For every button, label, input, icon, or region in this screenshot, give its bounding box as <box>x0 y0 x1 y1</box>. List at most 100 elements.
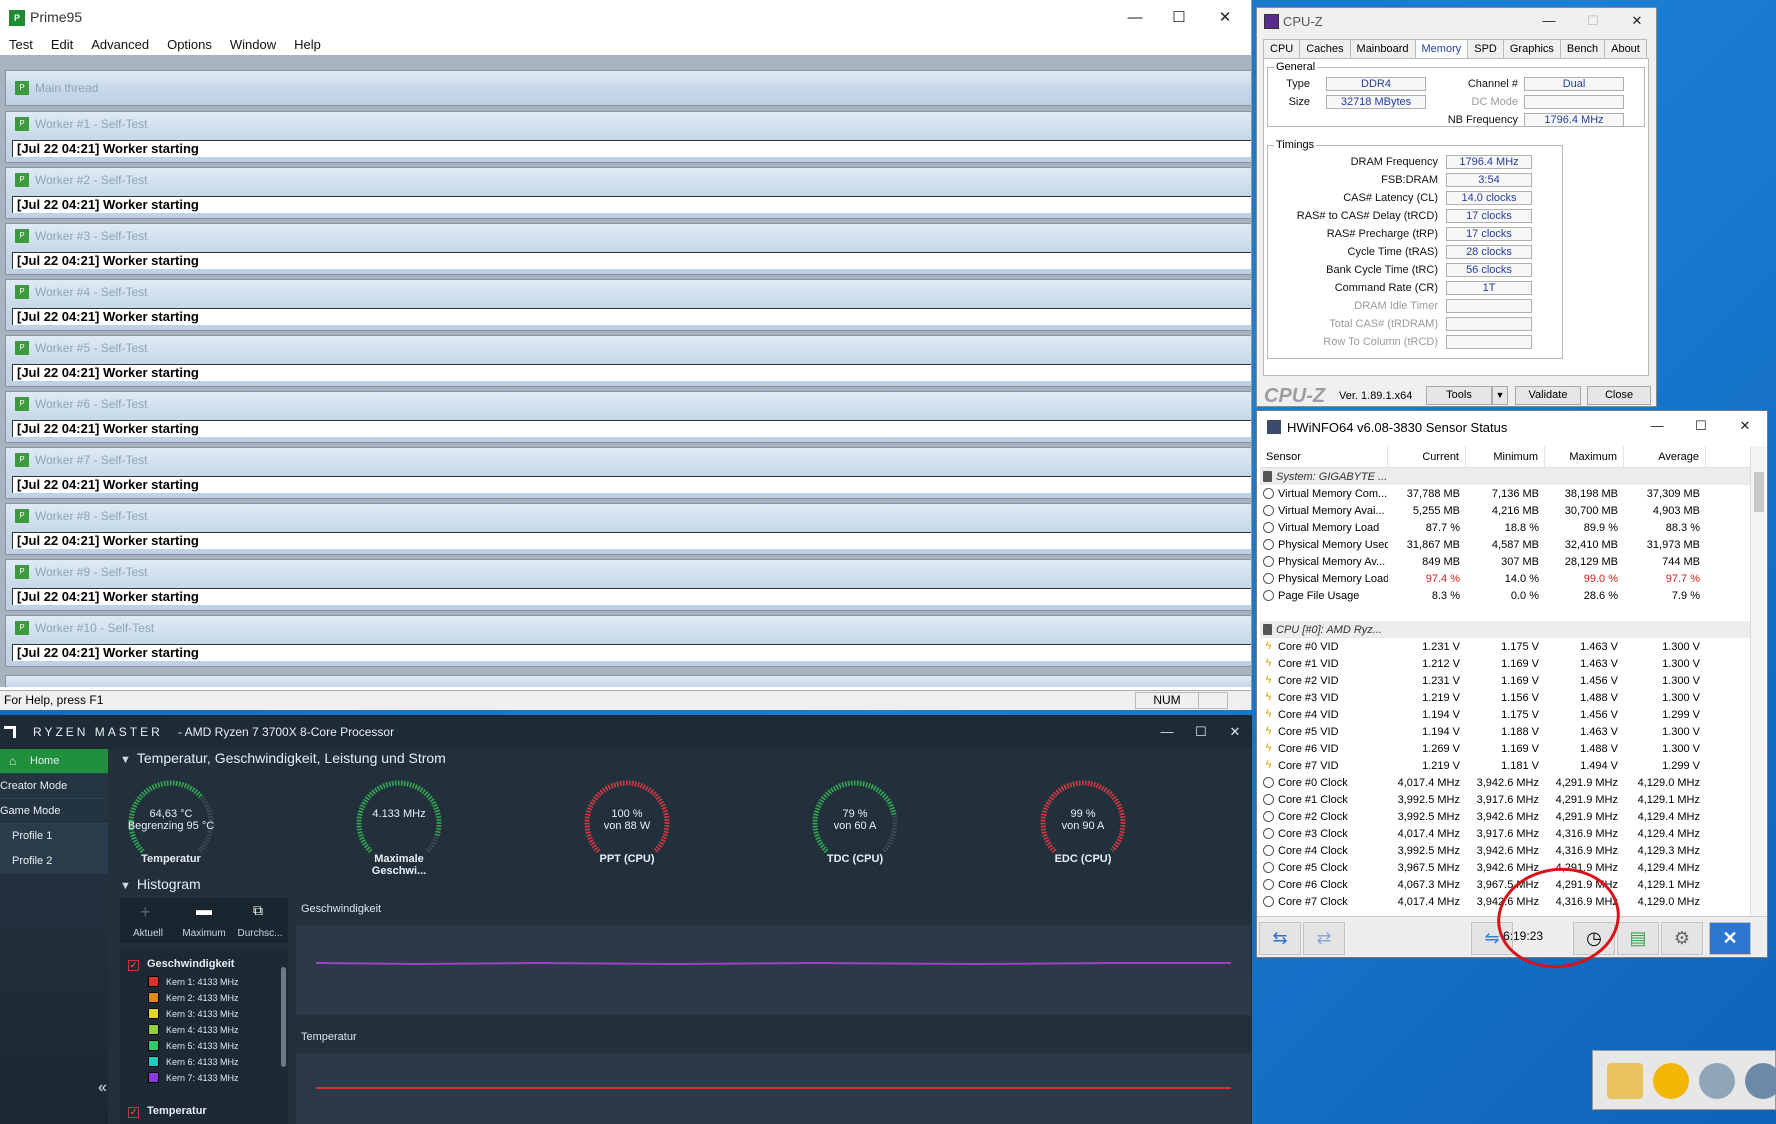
maximize-icon[interactable]: ☐ <box>1679 411 1723 441</box>
nav-collapse-icon[interactable]: ⇄ <box>1303 922 1345 955</box>
legend-color-checkbox[interactable] <box>148 992 159 1003</box>
scrollbar-thumb[interactable] <box>1754 472 1764 512</box>
report-icon[interactable]: ▤ <box>1617 922 1659 955</box>
worker-window[interactable]: P Worker #6 - Self-Test [Jul 22 04:21] Wor… <box>5 391 1251 443</box>
menu-test[interactable]: Test <box>0 36 42 56</box>
globe-tray-icon[interactable] <box>1745 1063 1776 1099</box>
worker-window[interactable]: P Worker #3 - Self-Test [Jul 22 04:21] Wor… <box>5 223 1251 275</box>
legend-item[interactable]: Kern 7: 4133 MHz <box>148 1072 239 1083</box>
sidebar-item-game-mode[interactable]: Game Mode <box>0 799 108 824</box>
wifi-tray-icon[interactable] <box>1653 1063 1689 1099</box>
menu-window[interactable]: Window <box>221 36 285 56</box>
worker-window[interactable]: P Worker #1 - Self-Test [Jul 22 04:21] Wor… <box>5 111 1251 163</box>
minimize-icon[interactable]: — <box>1527 8 1571 33</box>
nav-left-right-icon[interactable]: ⇆ <box>1259 922 1301 955</box>
legend-item[interactable]: Kern 2: 4133 MHz <box>148 992 239 1003</box>
minimize-icon[interactable]: — <box>1635 411 1679 441</box>
tab-aktuell[interactable]: + Aktuell <box>120 898 176 943</box>
maximize-icon[interactable]: ☐ <box>1184 715 1218 749</box>
close-icon[interactable]: ✕ <box>1723 411 1767 441</box>
sensor-row[interactable]: Core #3 Clock 4,017.4 MHz 3,917.6 MHz 4,316… <box>1260 825 1760 842</box>
column-sensor[interactable]: Sensor <box>1260 446 1388 467</box>
worker-window[interactable]: P Worker #4 - Self-Test [Jul 22 04:21] Wor… <box>5 279 1251 331</box>
legend-color-checkbox[interactable] <box>148 976 159 987</box>
worker-window[interactable]: P Worker #2 - Self-Test [Jul 22 04:21] Wor… <box>5 167 1251 219</box>
close-button[interactable]: Close <box>1587 386 1651 405</box>
sensor-row[interactable]: ϟ Core #5 VID 1.194 V 1.188 V 1.463 V 1.300 V <box>1260 723 1760 740</box>
legend-color-checkbox[interactable] <box>148 1056 159 1067</box>
tab-durchschnitt[interactable]: ⧉ Durchsc... <box>232 898 288 943</box>
collapse-sidebar-icon[interactable]: « <box>98 1079 107 1097</box>
sidebar-item-creator-mode[interactable]: Creator Mode <box>0 774 108 799</box>
legend-color-checkbox[interactable] <box>148 1040 159 1051</box>
folder-tray-icon[interactable] <box>1607 1063 1643 1099</box>
tools-dropdown-icon[interactable]: ▼ <box>1492 386 1508 405</box>
sensor-row[interactable]: Page File Usage 8.3 % 0.0 % 28.6 % 7.9 % <box>1260 587 1760 604</box>
close-icon[interactable]: ✕ <box>1201 0 1249 36</box>
legend-scrollbar[interactable] <box>281 967 286 1067</box>
sensor-group-row[interactable]: System: GIGABYTE ... <box>1260 468 1760 485</box>
tab-graphics[interactable]: Graphics <box>1502 39 1561 58</box>
tab-mainboard[interactable]: Mainboard <box>1349 39 1416 58</box>
close-icon[interactable]: ✕ <box>1218 715 1252 749</box>
menu-advanced[interactable]: Advanced <box>82 36 158 56</box>
validate-button[interactable]: Validate <box>1515 386 1581 405</box>
worker-window[interactable]: P Worker #7 - Self-Test [Jul 22 04:21] Wor… <box>5 447 1251 499</box>
legend-item[interactable]: Kern 6: 4133 MHz <box>148 1056 239 1067</box>
column-maximum[interactable]: Maximum <box>1545 446 1624 467</box>
legend-item[interactable]: Kern 1: 4133 MHz <box>148 976 239 987</box>
sensor-row[interactable]: ϟ Core #3 VID 1.219 V 1.156 V 1.488 V 1.300 V <box>1260 689 1760 706</box>
sidebar-item-profile-2[interactable]: Profile 2 <box>0 849 108 874</box>
worker-window[interactable]: P Worker #9 - Self-Test [Jul 22 04:21] Wor… <box>5 559 1251 611</box>
sensor-row[interactable]: Core #5 Clock 3,967.5 MHz 3,942.6 MHz 4,291… <box>1260 859 1760 876</box>
sensor-row[interactable]: Core #0 Clock 4,017.4 MHz 3,942.6 MHz 4,291… <box>1260 774 1760 791</box>
tab-memory[interactable]: Memory <box>1414 39 1469 58</box>
spacer-row[interactable] <box>1260 604 1760 621</box>
minimize-icon[interactable]: — <box>1150 715 1184 749</box>
legend-item[interactable]: Kern 5: 4133 MHz <box>148 1040 239 1051</box>
sensor-row[interactable]: Physical Memory Load 97.4 % 14.0 % 99.0 % 97… <box>1260 570 1760 587</box>
close-icon[interactable]: ✕ <box>1709 922 1751 955</box>
sidebar-item-home[interactable]: ⌂ Home <box>0 749 108 774</box>
sensor-row[interactable]: ϟ Core #0 VID 1.231 V 1.175 V 1.463 V 1.300 V <box>1260 638 1760 655</box>
ryzen-titlebar[interactable]: RYZEN MASTER - AMD Ryzen 7 3700X 8-Core … <box>0 715 1252 749</box>
tab-maximum[interactable]: ▬ Maximum <box>176 898 232 943</box>
legend-group-temperature[interactable]: ✓ Temperatur <box>128 1105 207 1118</box>
sensor-row[interactable]: Core #2 Clock 3,992.5 MHz 3,942.6 MHz 4,291… <box>1260 808 1760 825</box>
menu-options[interactable]: Options <box>158 36 221 56</box>
sensor-row[interactable]: Virtual Memory Load 87.7 % 18.8 % 89.9 % 88.… <box>1260 519 1760 536</box>
vertical-scrollbar[interactable] <box>1750 446 1766 916</box>
sensor-row[interactable]: ϟ Core #1 VID 1.212 V 1.169 V 1.463 V 1.300 V <box>1260 655 1760 672</box>
sensor-row[interactable]: Virtual Memory Com... 37,788 MB 7,136 MB 38… <box>1260 485 1760 502</box>
minimize-icon[interactable]: — <box>1113 0 1157 36</box>
prime95-titlebar[interactable]: P Prime95 <box>0 0 1251 36</box>
sensor-row[interactable]: Core #4 Clock 3,992.5 MHz 3,942.6 MHz 4,316… <box>1260 842 1760 859</box>
sensor-row[interactable]: ϟ Core #6 VID 1.269 V 1.169 V 1.488 V 1.300 V <box>1260 740 1760 757</box>
network-tray-icon[interactable] <box>1699 1063 1735 1099</box>
settings-gear-icon[interactable]: ⚙ <box>1661 922 1703 955</box>
legend-color-checkbox[interactable] <box>148 1024 159 1035</box>
column-average[interactable]: Average <box>1624 446 1706 467</box>
sensor-row[interactable]: Physical Memory Used 31,867 MB 4,587 MB 32,… <box>1260 536 1760 553</box>
close-icon[interactable]: ✕ <box>1615 8 1656 33</box>
tab-spd[interactable]: SPD <box>1467 39 1504 58</box>
sensor-row[interactable]: Core #1 Clock 3,992.5 MHz 3,917.6 MHz 4,291… <box>1260 791 1760 808</box>
tab-bench[interactable]: Bench <box>1559 39 1606 58</box>
worker-window[interactable]: P Worker #5 - Self-Test [Jul 22 04:21] Wor… <box>5 335 1251 387</box>
tools-button[interactable]: Tools <box>1426 386 1492 405</box>
legend-group-speed[interactable]: ✓ Geschwindigkeit <box>128 958 234 971</box>
sensor-row[interactable]: ϟ Core #4 VID 1.194 V 1.175 V 1.456 V 1.299 V <box>1260 706 1760 723</box>
sensor-row[interactable]: Physical Memory Av... 849 MB 307 MB 28,129 … <box>1260 553 1760 570</box>
sidebar-item-profile-1[interactable]: Profile 1 <box>0 824 108 849</box>
legend-item[interactable]: Kern 4: 4133 MHz <box>148 1024 239 1035</box>
menu-help[interactable]: Help <box>285 36 330 56</box>
section-header-histogram[interactable]: ▼ Histogram <box>120 876 201 892</box>
sensor-row[interactable]: Virtual Memory Avai... 5,255 MB 4,216 MB 30… <box>1260 502 1760 519</box>
tab-about[interactable]: About <box>1604 39 1647 58</box>
legend-item[interactable]: Kern 3: 4133 MHz <box>148 1008 239 1019</box>
legend-color-checkbox[interactable] <box>148 1008 159 1019</box>
worker-window-partial[interactable] <box>5 675 1251 687</box>
worker-window[interactable]: P Worker #8 - Self-Test [Jul 22 04:21] Wor… <box>5 503 1251 555</box>
legend-color-checkbox[interactable] <box>148 1072 159 1083</box>
main-thread-window[interactable]: P Main thread <box>5 70 1251 106</box>
